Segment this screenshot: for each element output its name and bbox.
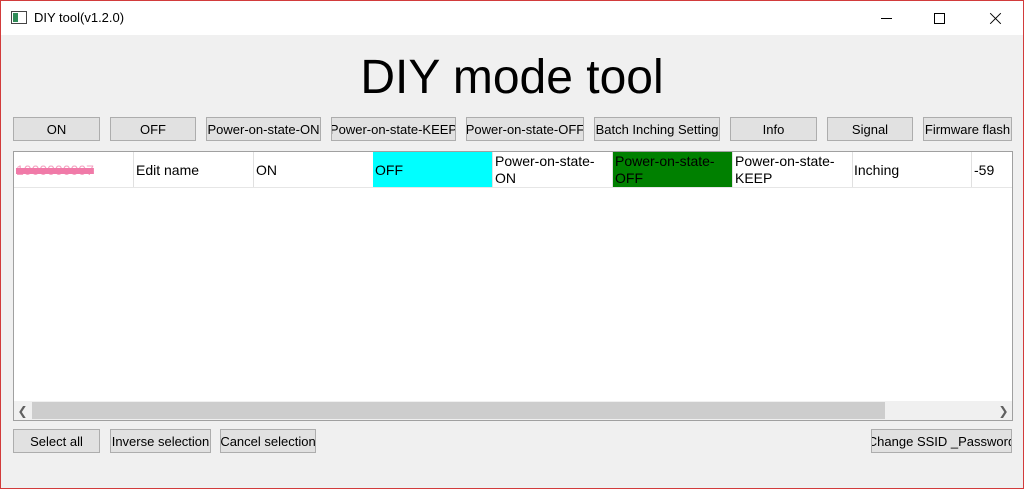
app-window-icon (11, 11, 27, 24)
edit-name-cell[interactable]: Edit name (134, 152, 254, 187)
select-all-button[interactable]: Select all (13, 429, 100, 453)
power-on-state-off-button[interactable]: Power-on-state-OFF (466, 117, 584, 141)
cancel-selection-button[interactable]: Cancel selection (220, 429, 316, 453)
signal-button[interactable]: Signal (827, 117, 913, 141)
inching-cell[interactable]: Inching (852, 152, 972, 187)
off-button[interactable]: OFF (110, 117, 196, 141)
horizontal-scrollbar[interactable]: ❮ ❯ (14, 401, 1012, 420)
signal-cell[interactable]: -59 (972, 152, 1000, 187)
scroll-thumb[interactable] (32, 402, 885, 419)
info-button[interactable]: Info (730, 117, 817, 141)
page-title: DIY mode tool (360, 51, 664, 104)
device-table[interactable]: 1000000007 Edit name ON OFF Power-on-sta… (13, 151, 1013, 421)
table-row[interactable]: 1000000007 Edit name ON OFF Power-on-sta… (14, 152, 1012, 188)
power-on-state-keep-cell[interactable]: Power-on-state-KEEP (733, 152, 853, 187)
chevron-right-icon: ❯ (998, 403, 1009, 418)
change-ssid-password-button[interactable]: Change SSID _Password (871, 429, 1012, 453)
close-icon (989, 12, 1002, 25)
inverse-selection-button[interactable]: Inverse selection (110, 429, 211, 453)
off-cell[interactable]: OFF (373, 152, 493, 187)
minimize-icon (880, 17, 892, 19)
on-cell[interactable]: ON (254, 152, 374, 187)
title-bar[interactable]: DIY tool(v1.2.0) (1, 1, 1023, 35)
window-title: DIY tool(v1.2.0) (34, 10, 125, 25)
on-button[interactable]: ON (13, 117, 100, 141)
firmware-flash-button[interactable]: Firmware flash (923, 117, 1012, 141)
scroll-right-button[interactable]: ❯ (995, 401, 1012, 420)
scroll-left-button[interactable]: ❮ (14, 401, 31, 420)
device-id-cell[interactable]: 1000000007 (14, 152, 134, 187)
device-id: 1000000007 (16, 161, 94, 178)
batch-inching-setting-button[interactable]: Batch Inching Setting (594, 117, 720, 141)
minimize-button[interactable] (863, 1, 909, 35)
maximize-button[interactable] (916, 1, 962, 35)
app-window: DIY tool(v1.2.0) DIY mode tool ON OFF Po… (0, 0, 1024, 489)
close-button[interactable] (972, 1, 1018, 35)
chevron-left-icon: ❮ (17, 403, 28, 418)
power-on-state-keep-button[interactable]: Power-on-state-KEEP (331, 117, 456, 141)
power-on-state-on-button[interactable]: Power-on-state-ON (206, 117, 321, 141)
power-on-state-on-cell[interactable]: Power-on-state-ON (493, 152, 613, 187)
power-on-state-off-cell[interactable]: Power-on-state-OFF (613, 152, 733, 187)
maximize-icon (933, 12, 945, 24)
